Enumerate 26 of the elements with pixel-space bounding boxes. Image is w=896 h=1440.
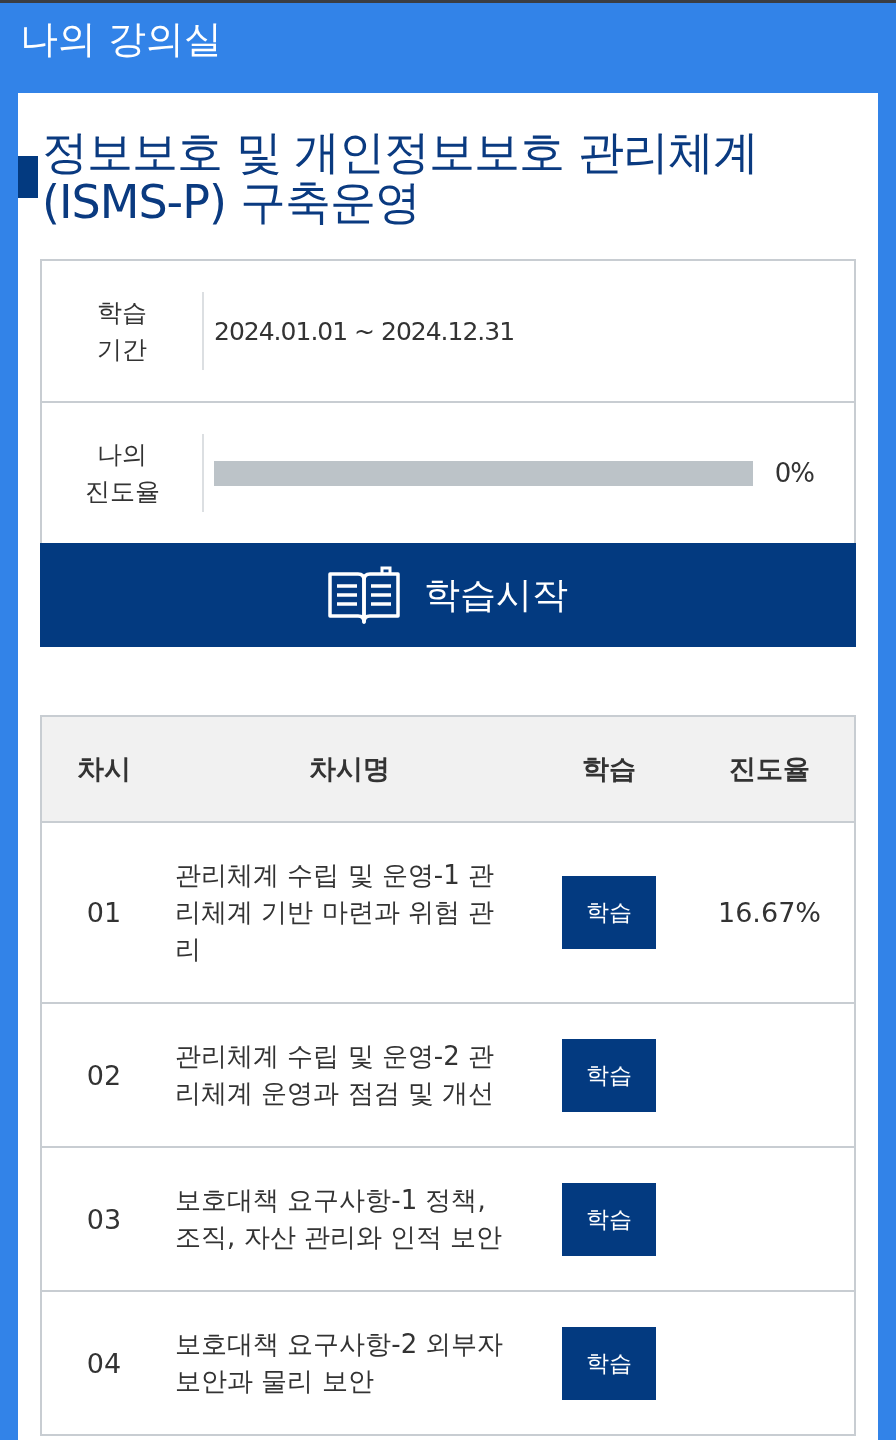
progress-reading: 0%: [774, 458, 814, 488]
study-button[interactable]: 학습: [562, 1038, 656, 1112]
page-title: 나의 강의실: [20, 16, 224, 63]
study-button[interactable]: 학습: [562, 1182, 656, 1256]
lesson-number: 03: [41, 1147, 166, 1291]
progress-label: 나의 진도율: [83, 439, 161, 508]
column-header: 차시: [41, 716, 166, 822]
title-accent-bar: [18, 156, 38, 198]
study-button[interactable]: 학습: [562, 1326, 656, 1400]
book-icon: [328, 566, 400, 624]
column-header: 학습: [533, 716, 685, 822]
lesson-number: 01: [41, 822, 166, 1003]
lesson-title: 관리체계 수립 및 운영-2 관리체계 운영과 점검 및 개선: [166, 1003, 533, 1147]
period-label: 학습 기간: [96, 297, 148, 366]
lesson-title: 관리체계 수립 및 운영-1 관리체계 기반 마련과 위험 관리: [166, 822, 533, 1003]
course-title: 정보보호 및 개인정보보호 관리체계 (ISMS-P) 구축운영: [42, 127, 759, 227]
lesson-number: 04: [41, 1291, 166, 1435]
column-header: 차시명: [166, 716, 533, 822]
column-header: 진도율: [685, 716, 855, 822]
lesson-title: 보호대책 요구사항-2 외부자 보안과 물리 보안: [166, 1291, 533, 1435]
study-button[interactable]: 학습: [562, 876, 656, 949]
start-button[interactable]: 학습시작: [40, 543, 856, 647]
lesson-title: 보호대책 요구사항-1 정책, 조직, 자산 관리와 인적 보안: [166, 1147, 533, 1291]
lesson-number: 02: [41, 1003, 166, 1147]
percentage-text: 16.67%: [718, 897, 821, 928]
period-value: 2024.01.01 ~ 2024.12.31: [213, 316, 515, 346]
